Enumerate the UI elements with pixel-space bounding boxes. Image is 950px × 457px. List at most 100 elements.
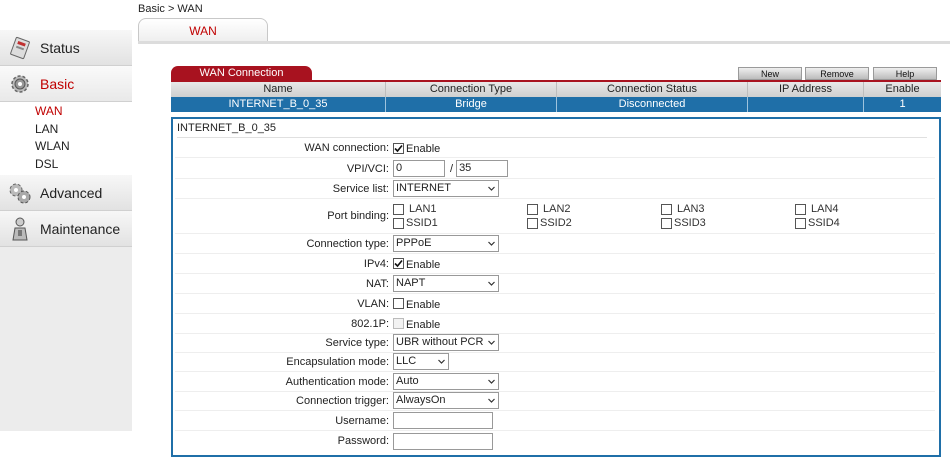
row-encapsulation: Encapsulation mode: LLC — [175, 352, 935, 372]
port-ssid2[interactable]: SSID2 — [527, 217, 661, 229]
password-label: Password: — [337, 435, 389, 447]
port-ssid2-checkbox[interactable] — [527, 217, 538, 229]
trigger-label: Connection trigger: — [296, 394, 389, 407]
row-dot1p: 802.1P: Enable — [175, 314, 935, 334]
vlan-enable-text: Enable — [406, 298, 441, 311]
port-label: LAN3 — [677, 203, 705, 215]
service-type-select[interactable]: UBR without PCR — [393, 334, 499, 351]
encapsulation-value: LLC — [396, 355, 417, 367]
vpi-vci-separator: / — [450, 162, 454, 175]
vlan-checkbox[interactable] — [393, 298, 404, 309]
wan-connection-label: WAN connection: — [304, 142, 389, 154]
port-lan4-checkbox[interactable] — [795, 203, 806, 215]
header-connection-type: Connection Type — [386, 82, 557, 97]
submenu-item-lan[interactable]: LAN — [0, 121, 132, 139]
panel-title: INTERNET_B_0_35 — [177, 118, 927, 138]
sidebar-item-label: Maintenance — [40, 220, 121, 237]
connection-type-select[interactable]: PPPoE — [393, 235, 499, 252]
port-lan2-checkbox[interactable] — [527, 203, 538, 215]
port-ssid1[interactable]: SSID1 — [393, 217, 527, 229]
sidebar-item-advanced[interactable]: Advanced — [0, 175, 132, 211]
port-ssid4-checkbox[interactable] — [795, 217, 806, 229]
chevron-down-icon — [488, 379, 495, 384]
remove-button[interactable]: Remove — [805, 67, 869, 80]
row-service-type: Service type: UBR without PCR — [175, 333, 935, 353]
chevron-down-icon — [488, 281, 495, 286]
chevron-down-icon — [488, 186, 495, 191]
sidebar-top-spacer — [0, 0, 132, 30]
port-lan3-checkbox[interactable] — [661, 203, 672, 215]
row-port-binding: Port binding: LAN1 LAN2 LAN3 LAN4 SSID1 … — [175, 199, 935, 234]
chevron-down-icon — [438, 359, 445, 364]
vci-input[interactable]: 35 — [456, 160, 509, 177]
port-label: LAN1 — [409, 203, 437, 215]
wan-connection-checkbox[interactable] — [393, 142, 404, 154]
sidebar-item-basic[interactable]: Basic — [0, 66, 132, 102]
row-ipv4: IPv4: Enable — [175, 254, 935, 274]
password-input[interactable] — [393, 432, 493, 450]
dot1p-checkbox — [393, 318, 404, 329]
port-lan1[interactable]: LAN1 — [393, 203, 527, 215]
port-lan2[interactable]: LAN2 — [527, 203, 661, 215]
row-connection-trigger: Connection trigger: AlwaysOn — [175, 391, 935, 411]
sidebar-item-status[interactable]: Status — [0, 30, 132, 66]
chevron-down-icon — [488, 398, 495, 403]
ipv4-checkbox[interactable] — [393, 258, 404, 269]
auth-select[interactable]: Auto — [393, 373, 499, 390]
port-label: LAN4 — [811, 203, 839, 215]
cell-connection-type: Bridge — [386, 97, 557, 112]
port-label: SSID3 — [674, 217, 706, 229]
ipv4-label: IPv4: — [363, 257, 389, 270]
help-button[interactable]: Help — [873, 67, 937, 80]
nat-label: NAT: — [365, 277, 389, 290]
port-ssid1-checkbox[interactable] — [393, 217, 404, 229]
submenu-item-dsl[interactable]: DSL — [0, 156, 132, 174]
check-icon — [394, 144, 403, 152]
port-ssid3-checkbox[interactable] — [661, 217, 672, 229]
sidebar-item-label: Advanced — [40, 184, 103, 201]
dot1p-label: 802.1P: — [351, 317, 389, 330]
wan-connection-enable-text: Enable — [406, 143, 441, 155]
row-wan-connection: WAN connection: Enable — [175, 139, 935, 158]
service-list-value: INTERNET — [396, 182, 451, 194]
submenu-item-wlan[interactable]: WLAN — [0, 138, 132, 156]
encapsulation-select[interactable]: LLC — [393, 353, 449, 370]
submenu-item-wan[interactable]: WAN — [0, 103, 132, 121]
row-connection-type: Connection type: PPPoE — [175, 234, 935, 254]
wan-connection-table: Name Connection Type Connection Status I… — [171, 82, 941, 112]
cell-connection-status: Disconnected — [557, 97, 748, 112]
auth-label: Authentication mode: — [285, 375, 389, 388]
port-lan3[interactable]: LAN3 — [661, 203, 795, 215]
service-list-label: Service list: — [332, 182, 389, 195]
username-label: Username: — [335, 414, 389, 427]
table-header-row: Name Connection Type Connection Status I… — [171, 82, 941, 97]
username-input[interactable] — [393, 412, 493, 429]
new-button[interactable]: New — [738, 67, 802, 80]
header-name: Name — [171, 82, 386, 97]
row-nat: NAT: NAPT — [175, 274, 935, 294]
trigger-value: AlwaysOn — [396, 394, 446, 406]
sidebar-item-maintenance[interactable]: Maintenance — [0, 211, 132, 247]
basic-gear-icon — [0, 72, 40, 96]
port-binding-grid: LAN1 LAN2 LAN3 LAN4 SSID1 SSID2 SSID3 SS… — [393, 203, 929, 229]
ipv4-enable-text: Enable — [406, 258, 441, 271]
vlan-label: VLAN: — [357, 297, 389, 310]
dot1p-enable-text: Enable — [406, 318, 441, 331]
vpi-vci-label: VPI/VCI: — [346, 162, 389, 175]
port-lan1-checkbox[interactable] — [393, 203, 404, 215]
service-list-select[interactable]: INTERNET — [393, 180, 499, 197]
status-icon — [0, 36, 40, 60]
table-row[interactable]: INTERNET_B_0_35 Bridge Disconnected 1 — [171, 97, 941, 112]
nat-select[interactable]: NAPT — [393, 275, 499, 292]
trigger-select[interactable]: AlwaysOn — [393, 392, 499, 409]
advanced-tools-icon — [0, 180, 40, 206]
auth-value: Auto — [396, 375, 419, 387]
row-username: Username: — [175, 411, 935, 431]
tab-wan[interactable]: WAN — [138, 18, 268, 42]
port-ssid4[interactable]: SSID4 — [795, 217, 929, 229]
basic-submenu: WAN LAN WLAN DSL — [0, 102, 132, 175]
vpi-input[interactable]: 0 — [393, 160, 445, 177]
port-ssid3[interactable]: SSID3 — [661, 217, 795, 229]
service-type-label: Service type: — [325, 336, 389, 349]
port-lan4[interactable]: LAN4 — [795, 203, 929, 215]
